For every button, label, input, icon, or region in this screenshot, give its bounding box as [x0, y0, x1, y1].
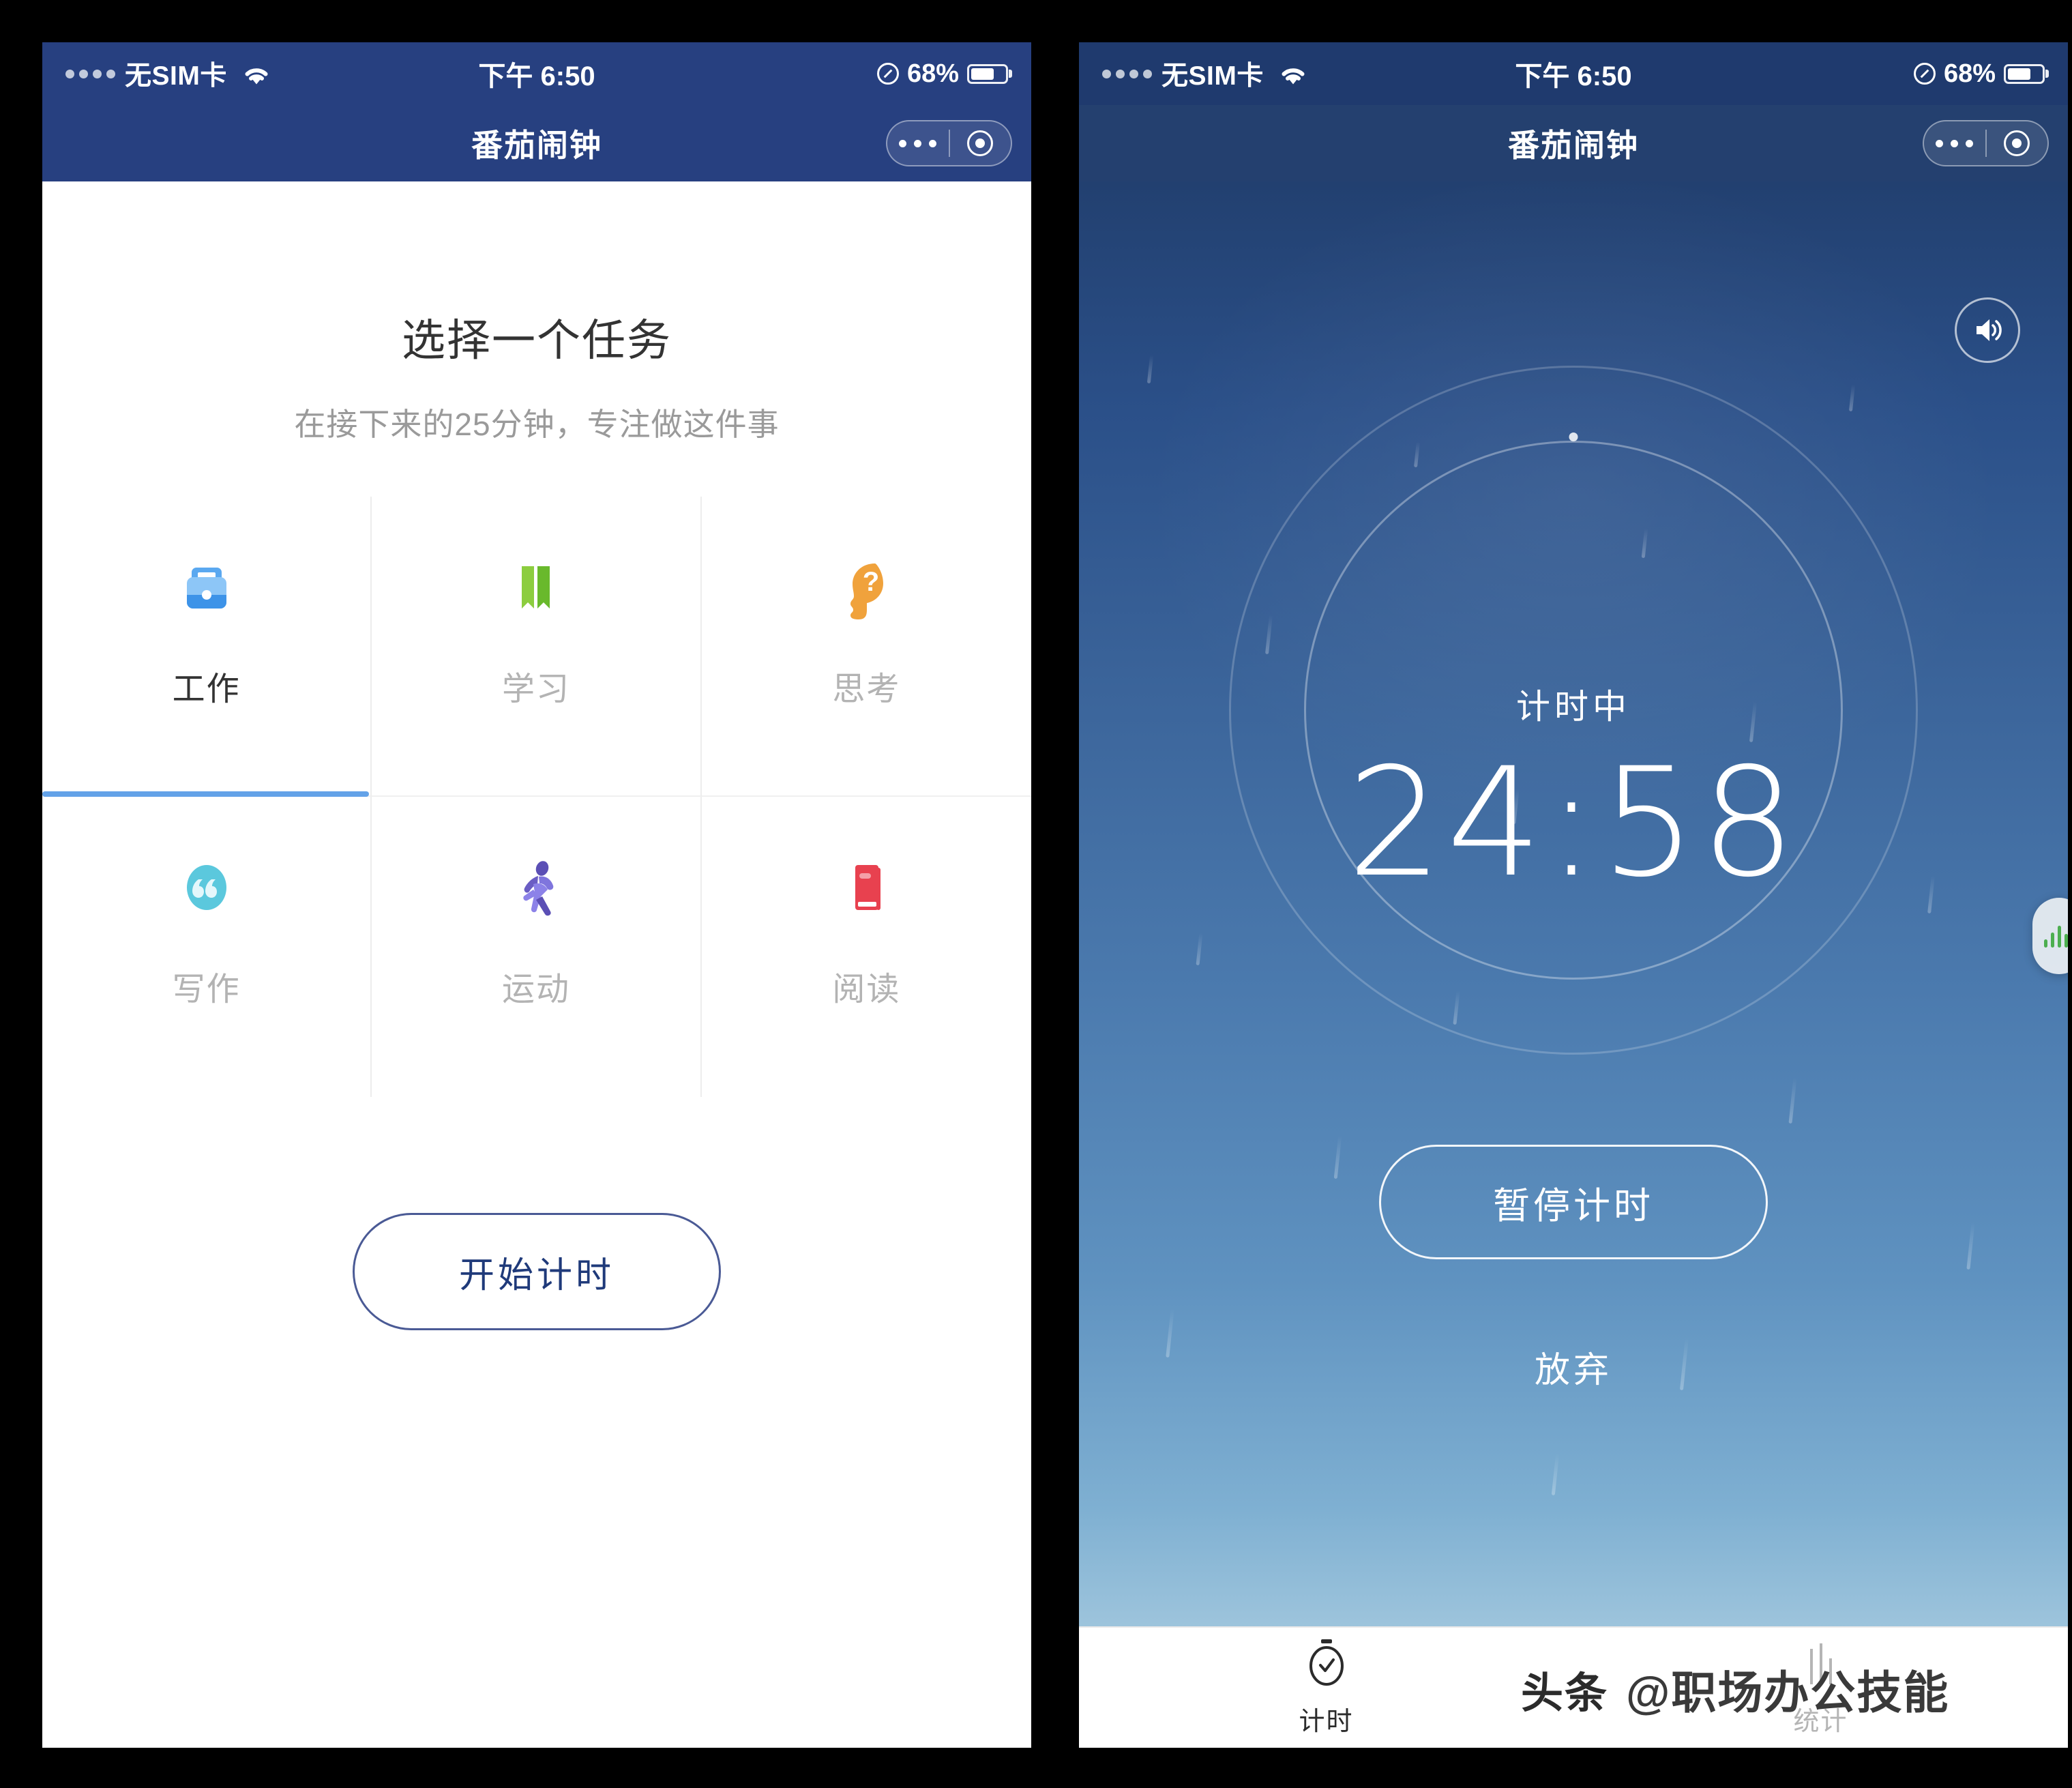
target-circle-icon[interactable]	[1987, 130, 2048, 156]
status-bar-left: 无SIM卡 下午 6:50 68%	[42, 42, 1031, 105]
progress-ring-marker	[1569, 433, 1578, 441]
more-dots-icon[interactable]	[1924, 139, 1985, 147]
start-button-zone: 开始计时	[42, 1097, 1031, 1748]
briefcase-icon	[166, 536, 247, 639]
watermark-text: @职场办公技能	[1626, 1667, 1950, 1718]
nav-bar-right: 番茄闹钟	[1079, 105, 2068, 181]
task-item-reading[interactable]: 阅读	[702, 797, 1031, 1097]
screenshot-stage: 无SIM卡 下午 6:50 68% 番茄闹钟 选择一个任务 在接下来的25分钟，…	[0, 0, 2072, 1788]
task-selection-body: 选择一个任务 在接下来的25分钟，专注做这件事 工作 学习 ? 思考 写作 运动…	[42, 181, 1031, 1748]
task-label: 运动	[501, 971, 570, 1008]
app-title: 番茄闹钟	[471, 128, 602, 163]
quote-bubble-icon	[166, 836, 247, 939]
task-item-work[interactable]: 工作	[42, 497, 372, 797]
heading-block: 选择一个任务 在接下来的25分钟，专注做这件事	[42, 181, 1031, 445]
stopwatch-check-icon	[1304, 1638, 1349, 1690]
watermark-logo: 头条	[1521, 1670, 1609, 1717]
running-person-icon	[496, 836, 576, 939]
carrier-label: 无SIM卡	[125, 61, 227, 91]
wifi-icon	[1277, 62, 1309, 85]
status-bar-right-group: 68%	[876, 59, 1008, 89]
battery-icon	[967, 63, 1008, 84]
audio-waveform-icon[interactable]	[2032, 898, 2068, 974]
task-label: 写作	[172, 971, 241, 1008]
miniprogram-capsule[interactable]	[1923, 120, 2049, 166]
miniprogram-capsule[interactable]	[886, 120, 1012, 166]
status-bar-right: 无SIM卡 下午 6:50 68%	[1079, 42, 2068, 105]
battery-percent-label: 68%	[1943, 59, 1996, 88]
target-circle-icon[interactable]	[950, 130, 1011, 156]
task-label: 工作	[172, 671, 241, 707]
watermark: 头条 @职场办公技能	[1521, 1656, 1949, 1722]
wifi-icon	[241, 62, 272, 85]
timer-body: 计时中 24:58 暂停计时 放弃	[1079, 181, 2068, 1626]
red-book-icon	[826, 836, 906, 939]
tab-label: 计时	[1299, 1708, 1354, 1736]
task-item-writing[interactable]: 写作	[42, 797, 372, 1097]
signal-dots-icon	[1102, 69, 1152, 78]
status-bar-left-group: 无SIM卡	[65, 55, 272, 93]
more-dots-icon[interactable]	[887, 139, 949, 147]
pause-timer-button[interactable]: 暂停计时	[1379, 1145, 1768, 1259]
open-book-icon	[496, 536, 576, 639]
page-subtitle: 在接下来的25分钟，专注做这件事	[294, 407, 780, 442]
task-item-exercise[interactable]: 运动	[372, 797, 702, 1097]
task-item-study[interactable]: 学习	[372, 497, 702, 797]
status-bar-left-group: 无SIM卡	[1102, 55, 1309, 93]
start-timer-button[interactable]: 开始计时	[353, 1213, 721, 1330]
timer-display-stack: 计时中 24:58	[1079, 679, 2068, 898]
phone-screen-left: 无SIM卡 下午 6:50 68% 番茄闹钟 选择一个任务 在接下来的25分钟，…	[42, 42, 1031, 1748]
nav-bar-left: 番茄闹钟	[42, 105, 1031, 181]
giveup-button[interactable]: 放弃	[1079, 1341, 2068, 1392]
page-title: 选择一个任务	[402, 316, 672, 365]
task-grid: 工作 学习 ? 思考 写作 运动 阅读	[42, 497, 1031, 1097]
task-label: 思考	[832, 671, 901, 707]
carrier-label: 无SIM卡	[1161, 61, 1264, 91]
phone-screen-right: 无SIM卡 下午 6:50 68% 番茄闹钟 计时中 24:58 暂停计时 放弃…	[1079, 42, 2068, 1748]
app-title: 番茄闹钟	[1508, 128, 1639, 163]
tab-timer[interactable]: 计时	[1079, 1628, 1573, 1748]
task-label: 阅读	[832, 971, 901, 1008]
status-bar-right-group: 68%	[1913, 59, 2045, 89]
timer-countdown: 24:58	[1346, 735, 1800, 910]
location-arrow-icon	[1913, 63, 1936, 85]
signal-dots-icon	[65, 69, 115, 78]
svg-text:?: ?	[863, 567, 879, 597]
battery-icon	[2004, 63, 2045, 84]
battery-percent-label: 68%	[906, 59, 959, 88]
thinking-head-icon: ?	[826, 536, 906, 639]
task-item-think[interactable]: ? 思考	[701, 497, 1031, 797]
speaker-volume-icon[interactable]	[1955, 297, 2020, 363]
timer-status-label: 计时中	[1516, 688, 1631, 726]
task-label: 学习	[501, 671, 570, 707]
location-arrow-icon	[876, 63, 899, 85]
